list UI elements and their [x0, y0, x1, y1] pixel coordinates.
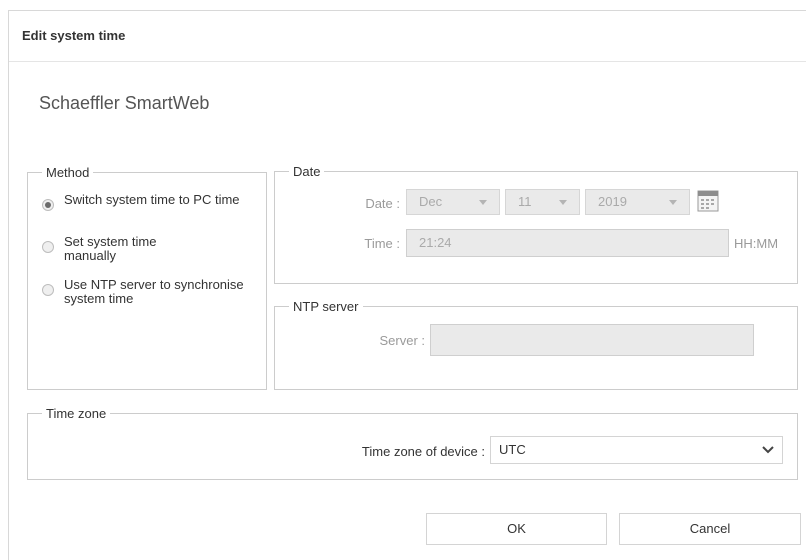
ntp-legend: NTP server: [293, 299, 359, 314]
radio-use-ntp[interactable]: Use NTP server to synchronise system tim…: [42, 278, 262, 306]
dropdown-arrow-icon: [479, 200, 487, 205]
time-zone-label: Time zone of device :: [361, 444, 485, 459]
server-label: Server :: [379, 333, 425, 348]
date-legend: Date: [293, 164, 321, 179]
year-value: 2019: [598, 194, 627, 209]
radio-button[interactable]: [42, 284, 54, 296]
date-group: Date: [274, 164, 798, 284]
calendar-icon[interactable]: [697, 190, 719, 212]
ok-button[interactable]: OK: [426, 513, 607, 545]
dialog-title: Edit system time: [22, 28, 126, 43]
radio-label: Use NTP server to synchronise system tim…: [64, 277, 244, 306]
date-label: Date :: [365, 196, 400, 211]
year-dropdown[interactable]: 2019: [585, 189, 690, 215]
radio-label: Set system time manually: [64, 234, 157, 263]
radio-set-manually[interactable]: Set system time manually: [42, 235, 202, 263]
server-input[interactable]: [430, 324, 754, 356]
time-zone-value: UTC: [499, 442, 526, 457]
time-unit: HH:MM: [734, 236, 779, 251]
radio-button[interactable]: [42, 241, 54, 253]
cancel-button[interactable]: Cancel: [619, 513, 801, 545]
month-value: Dec: [419, 194, 443, 209]
app-name: Schaeffler SmartWeb: [39, 93, 210, 113]
method-legend: Method: [46, 165, 90, 180]
day-value: 11: [518, 194, 532, 209]
dropdown-arrow-icon: [669, 200, 677, 205]
dialog-header: Edit system time: [9, 11, 806, 62]
day-dropdown[interactable]: 11: [505, 189, 580, 215]
time-zone-select[interactable]: UTC: [490, 436, 783, 464]
dropdown-arrow-icon: [559, 200, 567, 205]
time-input[interactable]: 21:24: [406, 229, 729, 257]
radio-switch-to-pc-time[interactable]: Switch system time to PC time: [42, 193, 262, 211]
time-label: Time :: [364, 236, 400, 251]
radio-button[interactable]: [42, 199, 54, 211]
month-dropdown[interactable]: Dec: [406, 189, 500, 215]
time-zone-legend: Time zone: [46, 406, 107, 421]
radio-label: Switch system time to PC time: [64, 192, 240, 207]
chevron-down-icon: [762, 446, 774, 454]
